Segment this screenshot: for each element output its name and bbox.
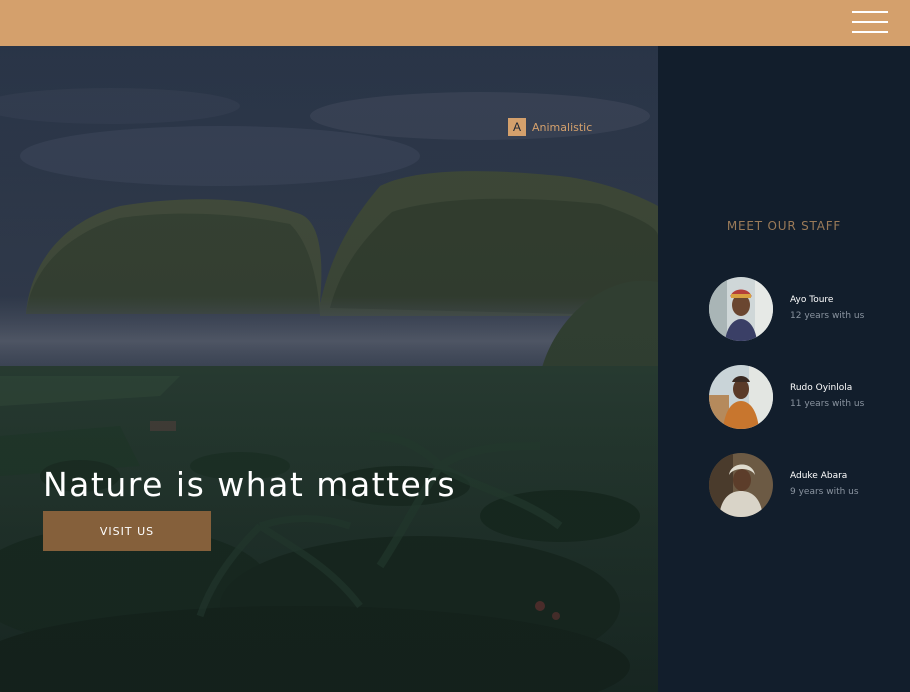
avatar	[709, 277, 773, 341]
avatar	[709, 453, 773, 517]
staff-name: Ayo Toure	[790, 295, 834, 305]
staff-member-ayo-toure[interactable]: Ayo Toure 12 years with us	[709, 277, 899, 341]
staff-photo	[709, 453, 773, 517]
menu-line	[852, 31, 888, 33]
staff-name: Rudo Oyinlola	[790, 383, 853, 393]
staff-tenure: 11 years with us	[790, 399, 865, 409]
staff-tenure: 9 years with us	[790, 487, 859, 497]
brand-logo[interactable]: A Animalistic	[508, 118, 592, 136]
menu-line	[852, 21, 888, 23]
top-bar	[0, 0, 910, 46]
brand-letter-icon: A	[508, 118, 526, 136]
staff-tenure: 12 years with us	[790, 311, 865, 321]
hero-section: A Animalistic Nature is what matters VIS…	[0, 46, 658, 692]
avatar	[709, 365, 773, 429]
staff-photo	[709, 365, 773, 429]
landscape-photo	[0, 46, 658, 692]
hamburger-menu-icon[interactable]	[852, 11, 888, 33]
staff-section-title: MEET OUR STAFF	[726, 219, 842, 233]
staff-name: Aduke Abara	[790, 471, 848, 481]
staff-member-rudo-oyinlola[interactable]: Rudo Oyinlola 11 years with us	[709, 365, 899, 429]
visit-us-button[interactable]: VISIT US	[43, 511, 211, 551]
menu-line	[852, 11, 888, 13]
staff-member-aduke-abara[interactable]: Aduke Abara 9 years with us	[709, 453, 899, 517]
brand-name: Animalistic	[532, 120, 593, 134]
staff-panel: MEET OUR STAFF Ayo Toure 12 years with u…	[658, 46, 910, 692]
hero-headline: Nature is what matters	[43, 465, 457, 504]
staff-photo	[709, 277, 773, 341]
